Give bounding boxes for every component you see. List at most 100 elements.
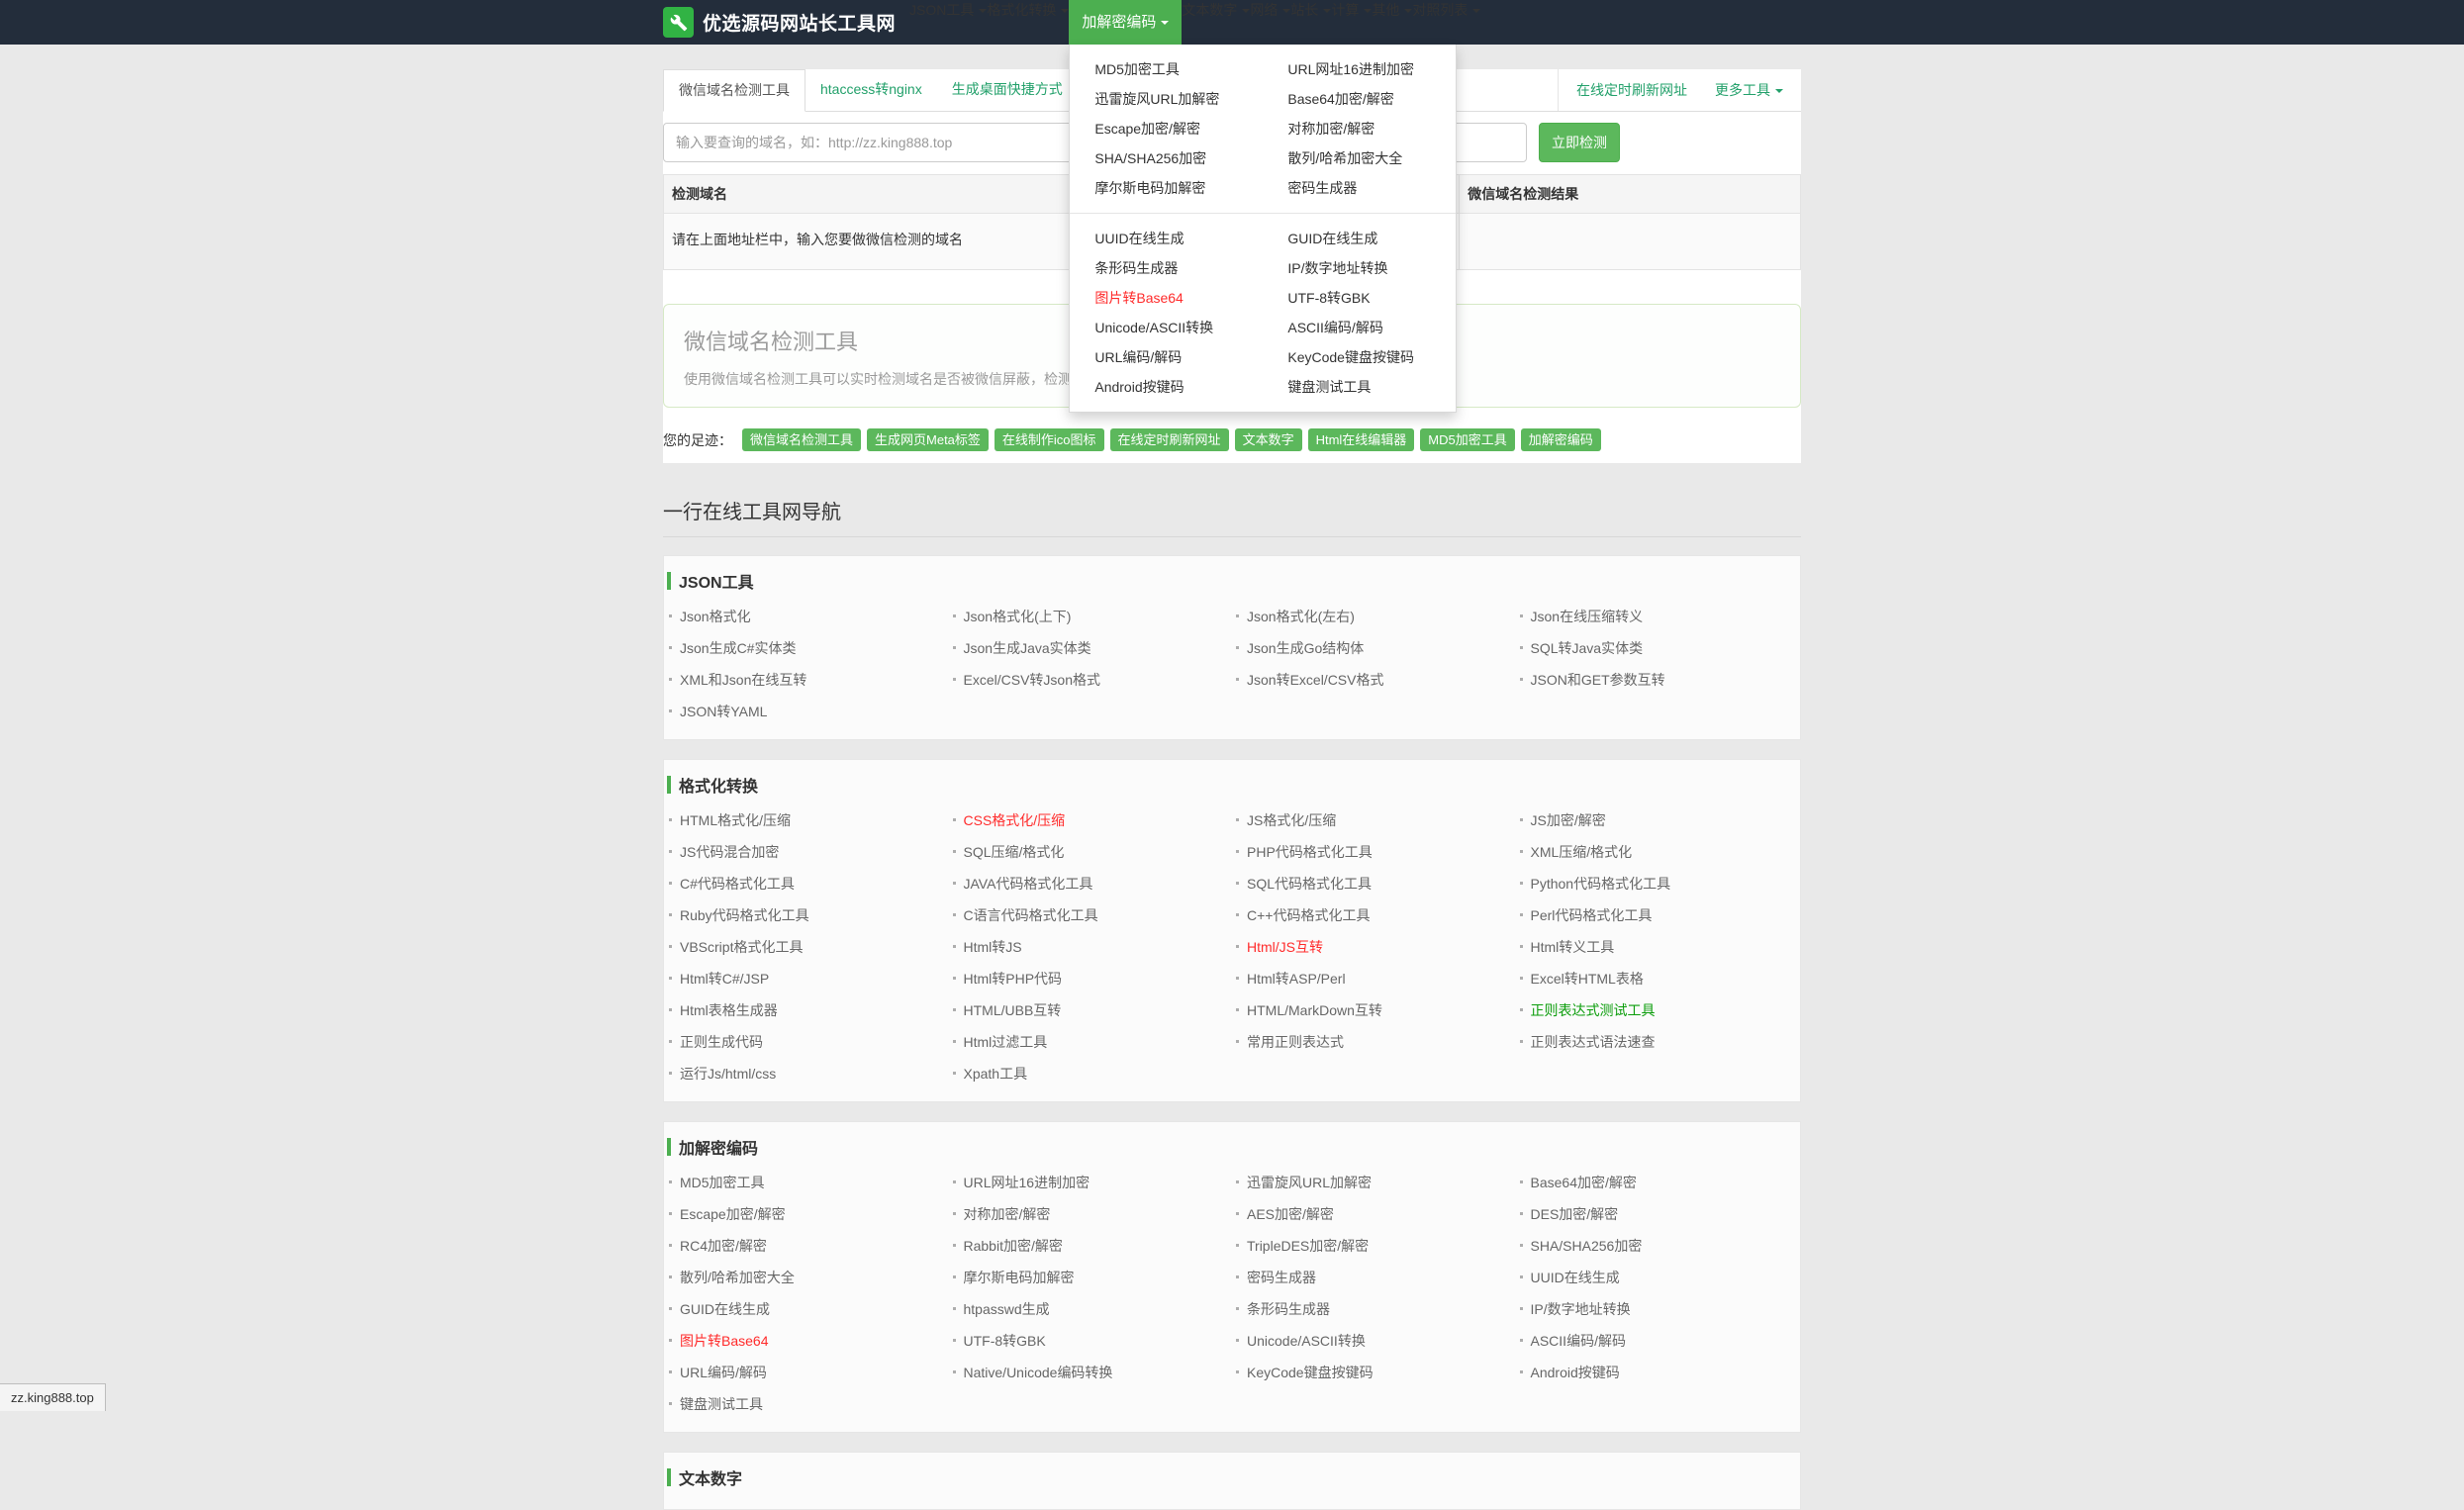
footprint-badge[interactable]: 微信域名检测工具 bbox=[742, 428, 861, 451]
tool-link[interactable]: SHA/SHA256加密 bbox=[1531, 1238, 1643, 1254]
footprint-badge[interactable]: 在线制作ico图标 bbox=[995, 428, 1104, 451]
dropdown-item[interactable]: 迅雷旋风URL加解密 bbox=[1070, 84, 1263, 114]
tool-link[interactable]: JSON转YAML bbox=[680, 704, 767, 719]
tool-link[interactable]: Json生成C#实体类 bbox=[680, 640, 796, 656]
tool-link[interactable]: JS格式化/压缩 bbox=[1247, 812, 1336, 828]
tool-link[interactable]: JAVA代码格式化工具 bbox=[964, 876, 1093, 892]
tool-link[interactable]: Html/JS互转 bbox=[1247, 939, 1323, 955]
tool-link[interactable]: C#代码格式化工具 bbox=[680, 876, 795, 892]
dropdown-item[interactable]: 摩尔斯电码加解密 bbox=[1070, 173, 1263, 203]
tool-link[interactable]: PHP代码格式化工具 bbox=[1247, 844, 1373, 860]
menu-item[interactable]: 对照列表 bbox=[1412, 0, 1480, 45]
tool-link[interactable]: Html过滤工具 bbox=[964, 1034, 1048, 1050]
tool-link[interactable]: Excel转HTML表格 bbox=[1531, 971, 1644, 987]
menu-item[interactable]: 格式化转换 bbox=[987, 0, 1069, 45]
site-brand[interactable]: 优选源码网站长工具网 bbox=[663, 0, 896, 45]
tool-link[interactable]: 条形码生成器 bbox=[1247, 1301, 1330, 1317]
tool-link[interactable]: SQL转Java实体类 bbox=[1531, 640, 1644, 656]
footprint-badge[interactable]: MD5加密工具 bbox=[1420, 428, 1514, 451]
tool-link[interactable]: Perl代码格式化工具 bbox=[1531, 907, 1653, 923]
tool-link[interactable]: JS加密/解密 bbox=[1531, 812, 1606, 828]
tool-link[interactable]: 散列/哈希加密大全 bbox=[680, 1270, 795, 1285]
tool-link[interactable]: AES加密/解密 bbox=[1247, 1206, 1334, 1222]
tool-link[interactable]: Unicode/ASCII转换 bbox=[1247, 1333, 1366, 1349]
dropdown-item[interactable]: Base64加密/解密 bbox=[1263, 84, 1456, 114]
tool-link[interactable]: HTML格式化/压缩 bbox=[680, 812, 791, 828]
tool-link[interactable]: 常用正则表达式 bbox=[1247, 1034, 1344, 1050]
dropdown-item[interactable]: Unicode/ASCII转换 bbox=[1070, 313, 1263, 342]
tool-link[interactable]: 图片转Base64 bbox=[680, 1333, 768, 1349]
menu-item[interactable]: JSON工具 bbox=[909, 0, 987, 45]
dropdown-item[interactable]: IP/数字地址转换 bbox=[1263, 253, 1456, 283]
dropdown-item[interactable]: KeyCode键盘按键码 bbox=[1263, 342, 1456, 372]
menu-item[interactable]: 网络 bbox=[1250, 0, 1290, 45]
tool-link[interactable]: UUID在线生成 bbox=[1531, 1270, 1620, 1285]
dropdown-item[interactable]: URL网址16进制加密 bbox=[1263, 54, 1456, 84]
tool-link[interactable]: Excel/CSV转Json格式 bbox=[964, 672, 1100, 688]
tool-link[interactable]: JSON和GET参数互转 bbox=[1531, 672, 1665, 688]
tool-link[interactable]: 对称加密/解密 bbox=[964, 1206, 1051, 1222]
tool-link[interactable]: Rabbit加密/解密 bbox=[964, 1238, 1063, 1254]
footprint-badge[interactable]: 加解密编码 bbox=[1521, 428, 1601, 451]
tool-link[interactable]: 正则表达式语法速查 bbox=[1531, 1034, 1656, 1050]
menu-item[interactable]: 其他 bbox=[1372, 0, 1412, 45]
tool-link[interactable]: DES加密/解密 bbox=[1531, 1206, 1619, 1222]
check-now-button[interactable]: 立即检测 bbox=[1539, 123, 1620, 162]
tab[interactable]: 微信域名检测工具 bbox=[663, 69, 806, 112]
tool-link[interactable]: JS代码混合加密 bbox=[680, 844, 779, 860]
tool-link[interactable]: 摩尔斯电码加解密 bbox=[964, 1270, 1075, 1285]
tool-link[interactable]: Json格式化(左右) bbox=[1247, 609, 1355, 624]
tool-link[interactable]: Base64加密/解密 bbox=[1531, 1175, 1637, 1190]
tool-link[interactable]: UTF-8转GBK bbox=[964, 1333, 1046, 1349]
dropdown-item[interactable]: MD5加密工具 bbox=[1070, 54, 1263, 84]
tool-link[interactable]: GUID在线生成 bbox=[680, 1301, 770, 1317]
tool-link[interactable]: SQL代码格式化工具 bbox=[1247, 876, 1372, 892]
tool-link[interactable]: HTML/MarkDown互转 bbox=[1247, 1002, 1382, 1018]
dropdown-item[interactable]: UTF-8转GBK bbox=[1263, 283, 1456, 313]
tool-link[interactable]: Python代码格式化工具 bbox=[1531, 876, 1671, 892]
tool-link[interactable]: Html转JS bbox=[964, 939, 1022, 955]
tool-link[interactable]: 运行Js/html/css bbox=[680, 1066, 776, 1082]
dropdown-item[interactable]: 散列/哈希加密大全 bbox=[1263, 143, 1456, 173]
menu-item[interactable]: 文本数字 bbox=[1182, 0, 1250, 45]
tool-link[interactable]: htpasswd生成 bbox=[964, 1301, 1050, 1317]
tool-link[interactable]: 密码生成器 bbox=[1247, 1270, 1316, 1285]
footprint-badge[interactable]: Html在线编辑器 bbox=[1308, 428, 1415, 451]
tool-link[interactable]: XML压缩/格式化 bbox=[1531, 844, 1633, 860]
dropdown-item[interactable]: URL编码/解码 bbox=[1070, 342, 1263, 372]
tool-link[interactable]: SQL压缩/格式化 bbox=[964, 844, 1065, 860]
tool-link[interactable]: C语言代码格式化工具 bbox=[964, 907, 1098, 923]
tool-link[interactable]: IP/数字地址转换 bbox=[1531, 1301, 1631, 1317]
dropdown-item[interactable]: Escape加密/解密 bbox=[1070, 114, 1263, 143]
dropdown-item[interactable]: SHA/SHA256加密 bbox=[1070, 143, 1263, 173]
tool-link[interactable]: RC4加密/解密 bbox=[680, 1238, 767, 1254]
dropdown-item[interactable]: GUID在线生成 bbox=[1263, 224, 1456, 253]
tool-link[interactable]: URL网址16进制加密 bbox=[964, 1175, 1090, 1190]
footprint-badge[interactable]: 生成网页Meta标签 bbox=[867, 428, 989, 451]
footprint-badge[interactable]: 在线定时刷新网址 bbox=[1110, 428, 1229, 451]
tool-link[interactable]: Ruby代码格式化工具 bbox=[680, 907, 809, 923]
tool-link[interactable]: 正则表达式测试工具 bbox=[1531, 1002, 1656, 1018]
footprint-badge[interactable]: 文本数字 bbox=[1235, 428, 1302, 451]
tool-link[interactable]: ASCII编码/解码 bbox=[1531, 1333, 1626, 1349]
tool-link[interactable]: Json生成Go结构体 bbox=[1247, 640, 1364, 656]
tool-link[interactable]: Html转义工具 bbox=[1531, 939, 1615, 955]
tool-link[interactable]: 迅雷旋风URL加解密 bbox=[1247, 1175, 1372, 1190]
tool-link[interactable]: URL编码/解码 bbox=[680, 1365, 767, 1380]
tool-link[interactable]: Json格式化(上下) bbox=[964, 609, 1072, 624]
more-tools-dropdown[interactable]: 更多工具 bbox=[1701, 80, 1797, 100]
dropdown-item[interactable]: ASCII编码/解码 bbox=[1263, 313, 1456, 342]
dropdown-item[interactable]: 条形码生成器 bbox=[1070, 253, 1263, 283]
tool-link[interactable]: 正则生成代码 bbox=[680, 1034, 763, 1050]
tool-link[interactable]: Html表格生成器 bbox=[680, 1002, 778, 1018]
dropdown-item[interactable]: 对称加密/解密 bbox=[1263, 114, 1456, 143]
menu-item-crypto-active[interactable]: 加解密编码 MD5加密工具迅雷旋风URL加解密Escape加密/解密SHA/SH… bbox=[1069, 0, 1182, 45]
tool-link[interactable]: Json生成Java实体类 bbox=[964, 640, 1091, 656]
tool-link[interactable]: 键盘测试工具 bbox=[680, 1396, 763, 1412]
dropdown-item[interactable]: 键盘测试工具 bbox=[1263, 372, 1456, 402]
tool-link[interactable]: Json转Excel/CSV格式 bbox=[1247, 672, 1383, 688]
dropdown-item[interactable]: 图片转Base64 bbox=[1070, 283, 1263, 313]
tool-link[interactable]: Html转PHP代码 bbox=[964, 971, 1063, 987]
tool-link[interactable]: Xpath工具 bbox=[964, 1066, 1028, 1082]
tool-link[interactable]: Android按键码 bbox=[1531, 1365, 1620, 1380]
